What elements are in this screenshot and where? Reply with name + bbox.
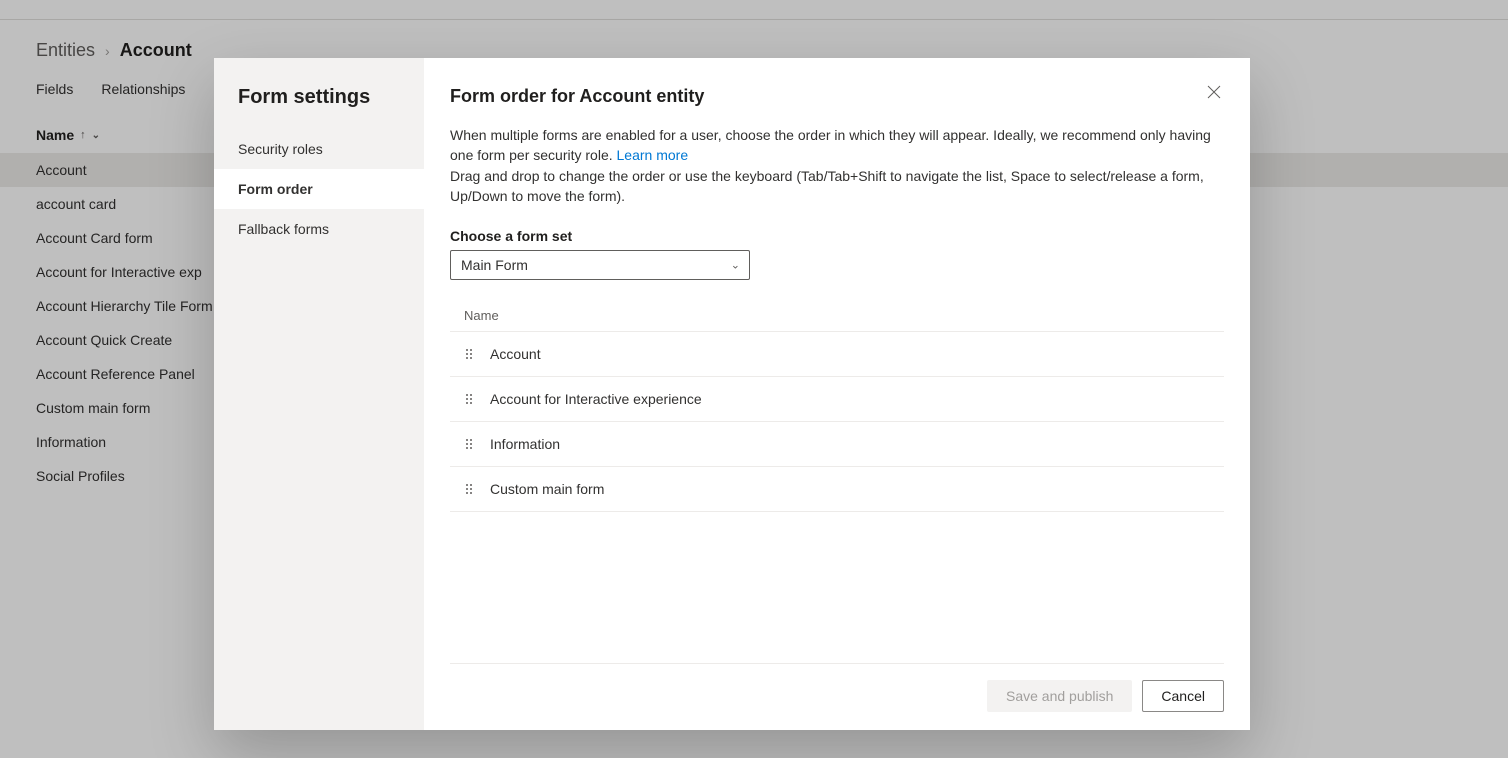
dialog-description-text: When multiple forms are enabled for a us…	[450, 127, 1211, 163]
form-order-table: Name Account Account for Interactive exp…	[450, 300, 1224, 663]
close-icon	[1207, 85, 1221, 104]
drag-handle-icon[interactable]	[464, 392, 474, 406]
table-cell-name: Account	[490, 346, 541, 362]
cancel-button[interactable]: Cancel	[1142, 680, 1224, 712]
dialog-footer: Save and publish Cancel	[450, 663, 1224, 712]
dialog-sidebar: Form settings Security roles Form order …	[214, 58, 424, 730]
sidebar-item-security-roles[interactable]: Security roles	[214, 129, 424, 169]
sidebar-item-form-order[interactable]: Form order	[214, 169, 424, 209]
table-row[interactable]: Account	[450, 332, 1224, 377]
table-row[interactable]: Custom main form	[450, 467, 1224, 512]
table-header-name: Name	[450, 300, 1224, 332]
table-row[interactable]: Information	[450, 422, 1224, 467]
form-set-select[interactable]: Main Form ⌄	[450, 250, 750, 280]
dialog-description: When multiple forms are enabled for a us…	[450, 125, 1224, 166]
table-cell-name: Information	[490, 436, 560, 452]
sidebar-item-fallback-forms[interactable]: Fallback forms	[214, 209, 424, 249]
save-and-publish-button[interactable]: Save and publish	[987, 680, 1132, 712]
learn-more-link[interactable]: Learn more	[617, 147, 689, 163]
drag-handle-icon[interactable]	[464, 347, 474, 361]
form-set-value: Main Form	[450, 250, 750, 280]
drag-handle-icon[interactable]	[464, 482, 474, 496]
close-button[interactable]	[1202, 82, 1226, 106]
dialog-instructions: Drag and drop to change the order or use…	[450, 166, 1224, 207]
table-row[interactable]: Account for Interactive experience	[450, 377, 1224, 422]
dialog-title: Form order for Account entity	[450, 86, 1224, 107]
drag-handle-icon[interactable]	[464, 437, 474, 451]
dialog-sidebar-title: Form settings	[214, 86, 424, 129]
table-cell-name: Custom main form	[490, 481, 604, 497]
form-set-label: Choose a form set	[450, 228, 1224, 244]
table-cell-name: Account for Interactive experience	[490, 391, 702, 407]
form-settings-dialog: Form settings Security roles Form order …	[214, 58, 1250, 730]
dialog-main: Form order for Account entity When multi…	[424, 58, 1250, 730]
